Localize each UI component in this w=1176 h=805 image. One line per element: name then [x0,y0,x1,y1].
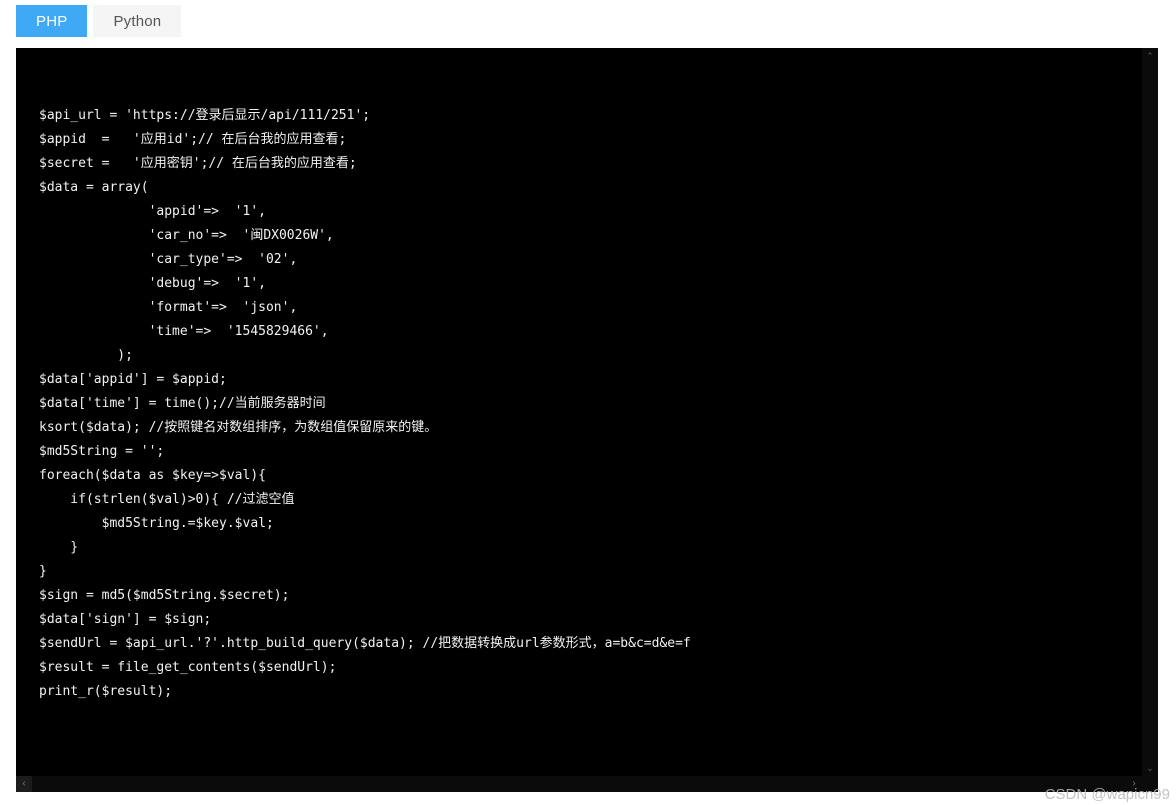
code-viewport[interactable]: $api_url = 'https://登录后显示/api/111/251'; $… [16,48,1142,776]
code-line: ksort($data); //按照键名对数组排序，为数组值保留原来的键。 [39,420,438,435]
code-line: if(strlen($val)>0){ //过滤空值 [39,492,295,507]
watermark-text: CSDN @wapicn99 [1044,786,1170,803]
code-panel: $api_url = 'https://登录后显示/api/111/251'; $… [16,48,1158,792]
language-tab-bar: PHP Python [16,5,182,37]
code-line: $data['sign'] = $sign; [39,612,212,627]
code-line: $sign = md5($md5String.$secret); [39,588,290,603]
code-line: 'car_type'=> '02', [39,252,298,267]
vertical-scrollbar[interactable]: ⌃ ⌄ [1142,48,1158,776]
code-line: $result = file_get_contents($sendUrl); [39,660,337,675]
tab-php-label: PHP [36,12,68,30]
code-line: $md5String = ''; [39,444,165,459]
code-line: $md5String.=$key.$val; [39,516,274,531]
code-line: } [39,564,47,579]
code-line: $sendUrl = $api_url.'?'.http_build_query… [39,636,691,651]
code-line: 'car_no'=> '闽DX0026W', [39,228,334,243]
tab-python[interactable]: Python [93,5,182,37]
code-line: ); [39,348,133,363]
code-line: 'time'=> '1545829466', [39,324,329,339]
code-line: foreach($data as $key=>$val){ [39,468,266,483]
code-line: $api_url = 'https://登录后显示/api/111/251'; [39,108,371,123]
tab-python-label: Python [113,12,162,30]
code-line: $data = array( [39,180,149,195]
code-line: $data['time'] = time();//当前服务器时间 [39,396,326,411]
tab-php[interactable]: PHP [16,5,88,37]
scroll-down-icon[interactable]: ⌄ [1142,760,1158,776]
code-line: $secret = '应用密钥';// 在后台我的应用查看; [39,156,357,171]
code-block: $api_url = 'https://登录后显示/api/111/251'; $… [16,48,1142,704]
scroll-left-icon[interactable]: ‹ [16,776,32,792]
code-line: $data['appid'] = $appid; [39,372,227,387]
code-line: 'appid'=> '1', [39,204,266,219]
code-line: print_r($result); [39,684,173,699]
code-line: 'format'=> 'json', [39,300,298,315]
horizontal-scrollbar[interactable]: ‹ › [16,776,1142,792]
code-line: $appid = '应用id';// 在后台我的应用查看; [39,132,347,147]
code-line: 'debug'=> '1', [39,276,266,291]
scroll-up-icon[interactable]: ⌃ [1142,48,1158,64]
page-root: PHP Python $api_url = 'https://登录后显示/api… [0,0,1176,805]
code-line: } [39,540,79,555]
